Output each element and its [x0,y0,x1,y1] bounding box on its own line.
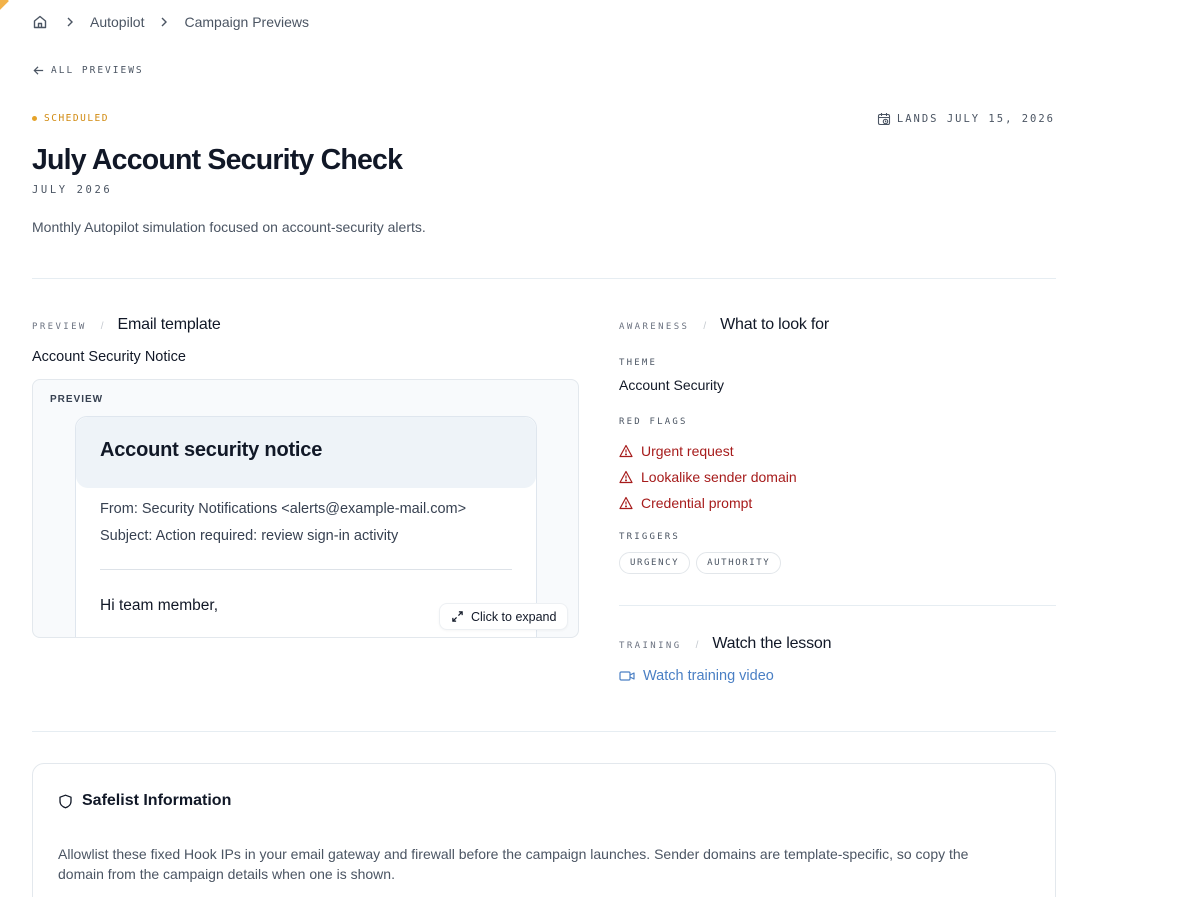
corner-accent [0,0,9,11]
breadcrumb-item-autopilot[interactable]: Autopilot [90,14,144,30]
triggers-list: URGENCY AUTHORITY [619,552,782,574]
email-from: From: Security Notifications <alerts@exa… [100,501,467,517]
email-meta: From: Security Notifications <alerts@exa… [76,488,536,550]
breadcrumb-item-campaign-previews[interactable]: Campaign Previews [184,14,309,30]
separator: / [703,321,707,332]
email-header: Account security notice [76,417,536,488]
awareness-section-header: AWARENESS / What to look for [619,316,829,334]
home-icon[interactable] [32,14,48,30]
divider [619,605,1056,606]
warning-triangle-icon [619,444,633,458]
shield-icon [59,794,72,808]
all-previews-link[interactable]: ALL PREVIEWS [32,64,144,77]
safelist-title: Safelist Information [58,792,231,810]
separator: / [100,321,104,332]
red-flag-item: Urgent request [619,438,797,464]
expand-button[interactable]: Click to expand [439,603,569,630]
expand-label: Click to expand [471,609,557,624]
safelist-title-label: Safelist Information [82,792,232,809]
expand-icon [452,611,463,622]
red-flag-item: Lookalike sender domain [619,464,797,490]
safelist-description: Allowlist these fixed Hook IPs in your e… [58,846,969,882]
training-kicker: TRAINING [619,641,682,651]
warning-triangle-icon [619,496,633,510]
divider [32,278,1056,279]
status-label: SCHEDULED [44,113,109,124]
red-flag-item: Credential prompt [619,490,797,516]
divider [32,731,1056,732]
trigger-chip-authority: AUTHORITY [696,552,782,574]
watch-training-video-link[interactable]: Watch training video [619,668,774,684]
chevron-right-icon [64,16,76,28]
preview-section-header: PREVIEW / Email template [32,316,221,334]
red-flag-label: Lookalike sender domain [641,469,797,485]
all-previews-label: ALL PREVIEWS [51,65,144,76]
campaign-date: JULY 2026 [32,184,113,196]
preview-kicker: PREVIEW [32,322,87,332]
watch-training-video-label: Watch training video [643,668,774,684]
email-preview-card[interactable]: PREVIEW Account security notice From: Se… [32,379,579,638]
theme-value: Account Security [619,377,725,393]
page-title: July Account Security Check [32,144,403,176]
status-dot [32,116,37,121]
preview-badge: PREVIEW [50,394,104,405]
safelist-card: Safelist Information Allowlist these fix… [32,763,1056,897]
red-flag-label: Urgent request [641,443,734,459]
preview-heading: Email template [117,316,221,333]
breadcrumb: Autopilot Campaign Previews [32,12,309,32]
status-badge: SCHEDULED [32,113,109,124]
separator: / [695,640,699,651]
red-flags-list: Urgent request Lookalike sender domain C… [619,438,797,516]
training-section-header: TRAINING / Watch the lesson [619,635,831,653]
lands-label: LANDS JULY 15, 2026 [896,113,1055,125]
triggers-label: TRIGGERS [619,532,680,542]
training-heading: Watch the lesson [712,635,832,652]
campaign-description: Monthly Autopilot simulation focused on … [32,219,426,235]
red-flags-label: RED FLAGS [619,417,688,427]
warning-triangle-icon [619,470,633,484]
calendar-clock-icon [877,113,890,126]
theme-label: THEME [619,358,658,368]
chevron-right-icon [158,16,170,28]
lands-date: LANDS JULY 15, 2026 [877,112,1055,126]
awareness-heading: What to look for [720,316,830,333]
email-subject: Subject: Action required: review sign-in… [100,528,399,544]
awareness-kicker: AWARENESS [619,322,690,332]
red-flag-label: Credential prompt [641,495,753,511]
arrow-left-icon [33,66,44,75]
trigger-chip-urgency: URGENCY [619,552,691,574]
template-name: Account Security Notice [32,349,186,365]
video-camera-icon [619,671,635,681]
